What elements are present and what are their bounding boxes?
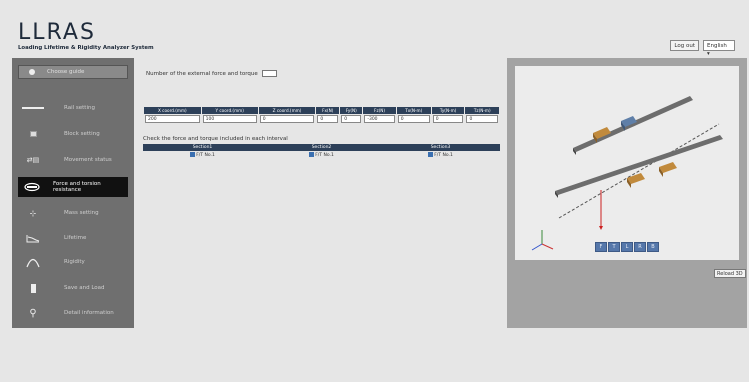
section-check-label: Check the force and torque included in e… xyxy=(143,136,288,142)
section-cell: F/T No.1 xyxy=(262,151,381,159)
fx-input[interactable]: 0 xyxy=(317,115,339,123)
language-value: English xyxy=(707,43,727,49)
cell: 0 xyxy=(464,114,500,124)
app-logo: LLRAS Loading Lifetime & Rigidity Analyz… xyxy=(18,20,154,52)
sidebar-item-label: Save and Load xyxy=(64,285,105,291)
cell: 200 xyxy=(143,114,202,124)
col-header: Tx(N-m) xyxy=(395,106,432,115)
section-check-row: F/T No.1 F/T No.1 F/T No.1 xyxy=(143,151,500,159)
sidebar-item-block-setting[interactable]: Block setting xyxy=(18,124,128,144)
y-coord-input[interactable]: 100 xyxy=(202,115,257,123)
force-value-row: 200 100 0 0 0 -300 0 0 0 xyxy=(143,114,500,124)
section-header-row: Section1 Section2 Section3 xyxy=(143,144,500,151)
rail-icon xyxy=(18,107,48,109)
checkbox-label: F/T No.1 xyxy=(434,153,453,158)
tx-input[interactable]: 0 xyxy=(397,115,430,123)
sidebar-item-label: Block setting xyxy=(64,131,100,137)
cell: 100 xyxy=(200,114,259,124)
logout-button[interactable]: Log out xyxy=(670,40,699,51)
force-table: X coord.(mm) Y coord.(mm) Z coord.(mm) F… xyxy=(143,106,500,124)
checkbox-label: F/T No.1 xyxy=(315,153,334,158)
save-icon xyxy=(18,283,48,293)
circle-icon xyxy=(29,69,35,75)
sidebar-item-save-load[interactable]: Save and Load xyxy=(18,278,128,298)
col-header: Fx(N) xyxy=(315,106,341,115)
cell: 0 xyxy=(395,114,432,124)
section-cell: F/T No.1 xyxy=(143,151,262,159)
cell: 0 xyxy=(339,114,364,124)
force-header-row: X coord.(mm) Y coord.(mm) Z coord.(mm) F… xyxy=(143,106,500,115)
sidebar-item-lifetime[interactable]: Lifetime xyxy=(18,228,128,248)
reload-3d-button[interactable]: Reload 3D xyxy=(714,269,746,278)
checkbox-label: F/T No.1 xyxy=(196,153,215,158)
sidebar-item-choose-guide[interactable]: Choose guide xyxy=(18,65,128,79)
rigidity-icon xyxy=(18,256,48,268)
mass-icon: ⊹ xyxy=(29,208,37,218)
sidebar-item-rail-setting[interactable]: Rail setting xyxy=(18,98,128,118)
sidebar-item-label: Force and torsion resistance xyxy=(52,181,101,193)
num-force-label: Number of the external force and torque xyxy=(146,70,258,77)
lifetime-icon xyxy=(18,233,48,243)
sidebar-item-rigidity[interactable]: Rigidity xyxy=(18,252,128,272)
sidebar: Choose guide Rail setting Block setting … xyxy=(12,58,134,328)
tz-input[interactable]: 0 xyxy=(466,115,498,123)
cell: 0 xyxy=(315,114,341,124)
col-header: Fy(N) xyxy=(339,106,364,115)
view-buttons: F T L R B xyxy=(595,242,659,252)
z-coord-input[interactable]: 0 xyxy=(259,115,315,123)
fz-input[interactable]: -300 xyxy=(364,115,395,123)
view-top-button[interactable]: T xyxy=(608,242,620,252)
sidebar-item-detail-info[interactable]: ⚲ Detail information xyxy=(18,303,128,323)
sidebar-item-label: Rail setting xyxy=(64,105,95,111)
sidebar-item-mass-setting[interactable]: ⊹ Mass setting xyxy=(18,203,128,223)
sidebar-item-movement-status[interactable]: ⇄▤ Movement status xyxy=(18,150,128,170)
col-header: Y coord.(mm) xyxy=(200,106,259,115)
section3-checkbox[interactable] xyxy=(428,152,434,157)
section-header: Section3 xyxy=(381,144,500,151)
section1-checkbox[interactable] xyxy=(190,152,196,157)
num-force-input[interactable] xyxy=(261,70,277,77)
fy-input[interactable]: 0 xyxy=(341,115,362,123)
col-header: Z coord.(mm) xyxy=(257,106,317,115)
section2-checkbox[interactable] xyxy=(309,152,315,157)
force-icon xyxy=(18,182,47,192)
block-icon xyxy=(18,131,48,137)
cell: 0 xyxy=(430,114,466,124)
col-header: Ty(N-m) xyxy=(430,106,466,115)
col-header: Tz(N-m) xyxy=(464,106,500,115)
sidebar-item-label: Lifetime xyxy=(64,235,87,241)
ty-input[interactable]: 0 xyxy=(432,115,464,123)
sidebar-item-force-torsion[interactable]: Force and torsion resistance xyxy=(18,177,128,197)
search-icon: ⚲ xyxy=(29,307,37,319)
view-panel: F T L R B Reload 3D xyxy=(507,58,747,328)
section-header: Section2 xyxy=(262,144,381,151)
view-back-button[interactable]: B xyxy=(647,242,659,252)
view-left-button[interactable]: L xyxy=(621,242,633,252)
language-select[interactable]: English ▾ xyxy=(703,40,735,57)
3d-scene xyxy=(531,96,723,251)
section-cell: F/T No.1 xyxy=(381,151,500,159)
view-right-button[interactable]: R xyxy=(634,242,646,252)
x-coord-input[interactable]: 200 xyxy=(145,115,200,123)
sidebar-item-label: Detail information xyxy=(64,310,114,316)
logo-title: LLRAS xyxy=(18,20,96,45)
3d-viewport[interactable] xyxy=(515,66,739,260)
sidebar-item-label: Movement status xyxy=(64,157,112,163)
sidebar-item-label: Rigidity xyxy=(64,259,85,265)
sidebar-item-label: Mass setting xyxy=(64,210,99,216)
view-front-button[interactable]: F xyxy=(595,242,607,252)
cell: 0 xyxy=(257,114,317,124)
num-force-row: Number of the external force and torque xyxy=(146,70,277,77)
col-header: X coord.(mm) xyxy=(143,106,202,115)
cell: -300 xyxy=(362,114,397,124)
section-table: Section1 Section2 Section3 F/T No.1 F/T … xyxy=(143,144,500,159)
header-controls: Log out English ▾ xyxy=(670,40,735,57)
movement-icon: ⇄▤ xyxy=(26,156,40,164)
logo-subtitle: Loading Lifetime & Rigidity Analyzer Sys… xyxy=(18,45,154,51)
section-header: Section1 xyxy=(143,144,262,151)
col-header: Fz(N) xyxy=(362,106,397,115)
